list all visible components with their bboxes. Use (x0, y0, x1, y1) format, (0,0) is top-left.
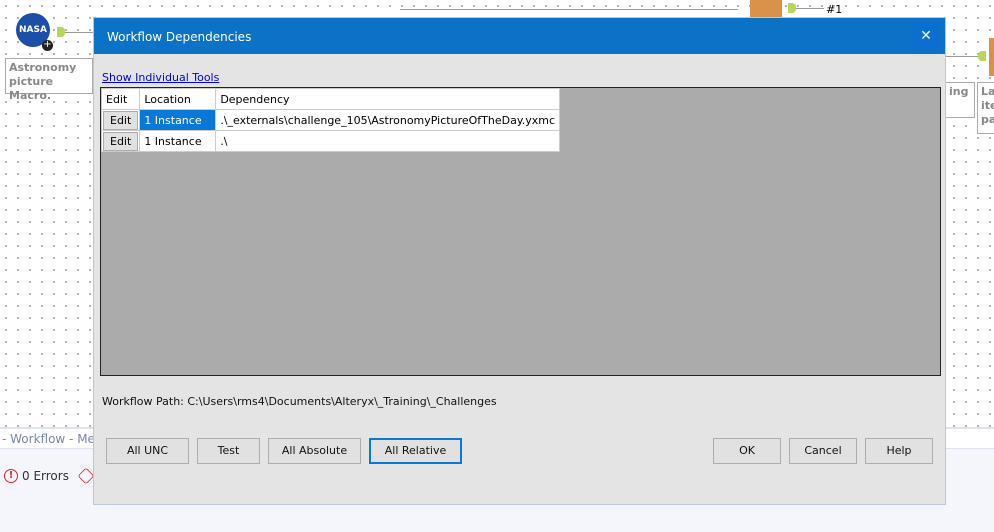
tool-annotation: ing (946, 82, 975, 118)
message-counts: ! 0 Errors 0 (4, 467, 105, 485)
input-anchor[interactable] (978, 51, 986, 61)
dependency-cell[interactable]: .\ (215, 130, 561, 152)
dependencies-grid: Edit Location Dependency Edit 1 Instance… (100, 87, 941, 376)
ok-button[interactable]: OK (713, 438, 781, 464)
errors-count[interactable]: 0 Errors (22, 469, 69, 483)
connection-wire (400, 9, 738, 10)
close-icon[interactable]: ✕ (912, 22, 940, 50)
output-anchor[interactable] (788, 3, 796, 13)
warning-icon (77, 467, 95, 485)
workflow-dependencies-dialog: Workflow Dependencies ✕ Show Individual … (93, 17, 946, 505)
connection-wire (65, 32, 95, 33)
tool-icon[interactable] (750, 0, 782, 17)
table-row[interactable]: Edit 1 Instance .\_externals\challenge_1… (100, 109, 561, 131)
connection-wire (946, 56, 978, 57)
dependencies-table: Edit Location Dependency Edit 1 Instance… (100, 88, 561, 152)
show-individual-tools-link[interactable]: Show Individual Tools (102, 71, 219, 84)
cancel-button[interactable]: Cancel (789, 438, 857, 464)
output-anchor[interactable] (57, 27, 65, 37)
all-relative-button[interactable]: All Relative (369, 438, 462, 464)
dialog-titlebar: Workflow Dependencies ✕ (94, 18, 945, 54)
plus-icon: + (42, 39, 53, 51)
all-unc-button[interactable]: All UNC (106, 438, 189, 464)
table-header: Edit Location Dependency (100, 88, 561, 110)
table-row[interactable]: Edit 1 Instance .\ (100, 130, 561, 152)
tool-annotation: Astronomy picture Macro. (5, 58, 93, 102)
connection-wire (796, 8, 824, 9)
location-cell[interactable]: 1 Instance (139, 130, 217, 152)
column-header-edit: Edit (100, 88, 141, 110)
test-button[interactable]: Test (197, 438, 260, 464)
tool-annotation: Lay ite pa (977, 82, 994, 134)
edit-button[interactable]: Edit (103, 110, 139, 130)
help-button[interactable]: Help (865, 438, 933, 464)
dependency-cell[interactable]: .\_externals\challenge_105\AstronomyPict… (215, 109, 561, 131)
workflow-path: Workflow Path: C:\Users\rms4\Documents\A… (102, 395, 497, 408)
all-absolute-button[interactable]: All Absolute (268, 438, 361, 464)
edit-button[interactable]: Edit (103, 131, 139, 151)
connection-label: #1 (826, 3, 843, 16)
tool-icon[interactable] (989, 38, 994, 76)
location-cell[interactable]: 1 Instance (139, 109, 217, 131)
column-header-dependency: Dependency (215, 88, 561, 110)
error-icon: ! (4, 469, 18, 483)
dialog-title: Workflow Dependencies (107, 30, 252, 44)
column-header-location: Location (139, 88, 217, 110)
